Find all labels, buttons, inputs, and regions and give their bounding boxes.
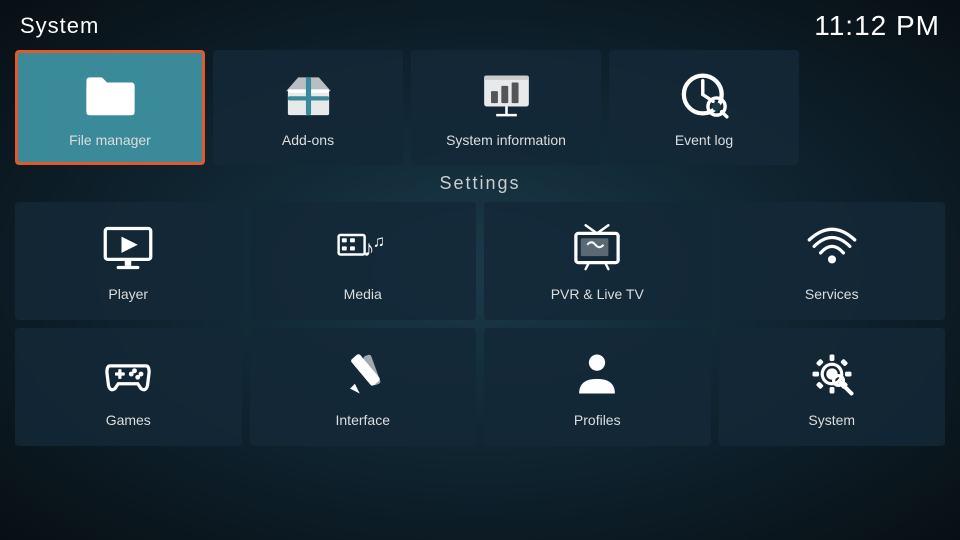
tile-profiles-label: Profiles — [574, 412, 621, 428]
tile-system-information[interactable]: System information — [411, 50, 601, 165]
settings-label-row: Settings — [15, 173, 945, 194]
interface-icon — [333, 347, 393, 402]
player-icon — [98, 221, 158, 276]
tile-services-label: Services — [805, 286, 859, 302]
add-ons-icon — [278, 67, 338, 122]
event-log-icon — [674, 67, 734, 122]
settings-grid: Player ♪ ♫ Media — [15, 202, 945, 446]
tile-system[interactable]: System — [719, 328, 946, 446]
tile-games[interactable]: Games — [15, 328, 242, 446]
tile-system-label: System — [808, 412, 855, 428]
games-icon — [98, 347, 158, 402]
tile-pvr-live-tv-label: PVR & Live TV — [551, 286, 644, 302]
svg-text:♫: ♫ — [373, 232, 385, 250]
tile-system-information-label: System information — [446, 132, 566, 148]
tile-player[interactable]: Player — [15, 202, 242, 320]
services-icon — [802, 221, 862, 276]
profiles-icon — [567, 347, 627, 402]
tile-media[interactable]: ♪ ♫ Media — [250, 202, 477, 320]
media-icon: ♪ ♫ — [333, 221, 393, 276]
tile-games-label: Games — [106, 412, 151, 428]
tile-player-label: Player — [108, 286, 148, 302]
tile-media-label: Media — [344, 286, 382, 302]
clock: 11:12 PM — [814, 10, 940, 42]
tile-add-ons-label: Add-ons — [282, 132, 334, 148]
top-row: File manager Add-ons — [15, 50, 945, 165]
tile-event-log[interactable]: Event log — [609, 50, 799, 165]
tile-file-manager-label: File manager — [69, 132, 151, 148]
main-content: File manager Add-ons — [0, 50, 960, 540]
tile-profiles[interactable]: Profiles — [484, 328, 711, 446]
tile-interface[interactable]: Interface — [250, 328, 477, 446]
tile-add-ons[interactable]: Add-ons — [213, 50, 403, 165]
file-manager-icon — [80, 67, 140, 122]
tile-interface-label: Interface — [336, 412, 390, 428]
tile-file-manager[interactable]: File manager — [15, 50, 205, 165]
system-information-icon — [476, 67, 536, 122]
system-icon — [802, 347, 862, 402]
tile-services[interactable]: Services — [719, 202, 946, 320]
tile-event-log-label: Event log — [675, 132, 733, 148]
app-title: System — [20, 13, 99, 39]
tile-pvr-live-tv[interactable]: PVR & Live TV — [484, 202, 711, 320]
pvr-live-tv-icon — [567, 221, 627, 276]
settings-label: Settings — [439, 173, 520, 193]
